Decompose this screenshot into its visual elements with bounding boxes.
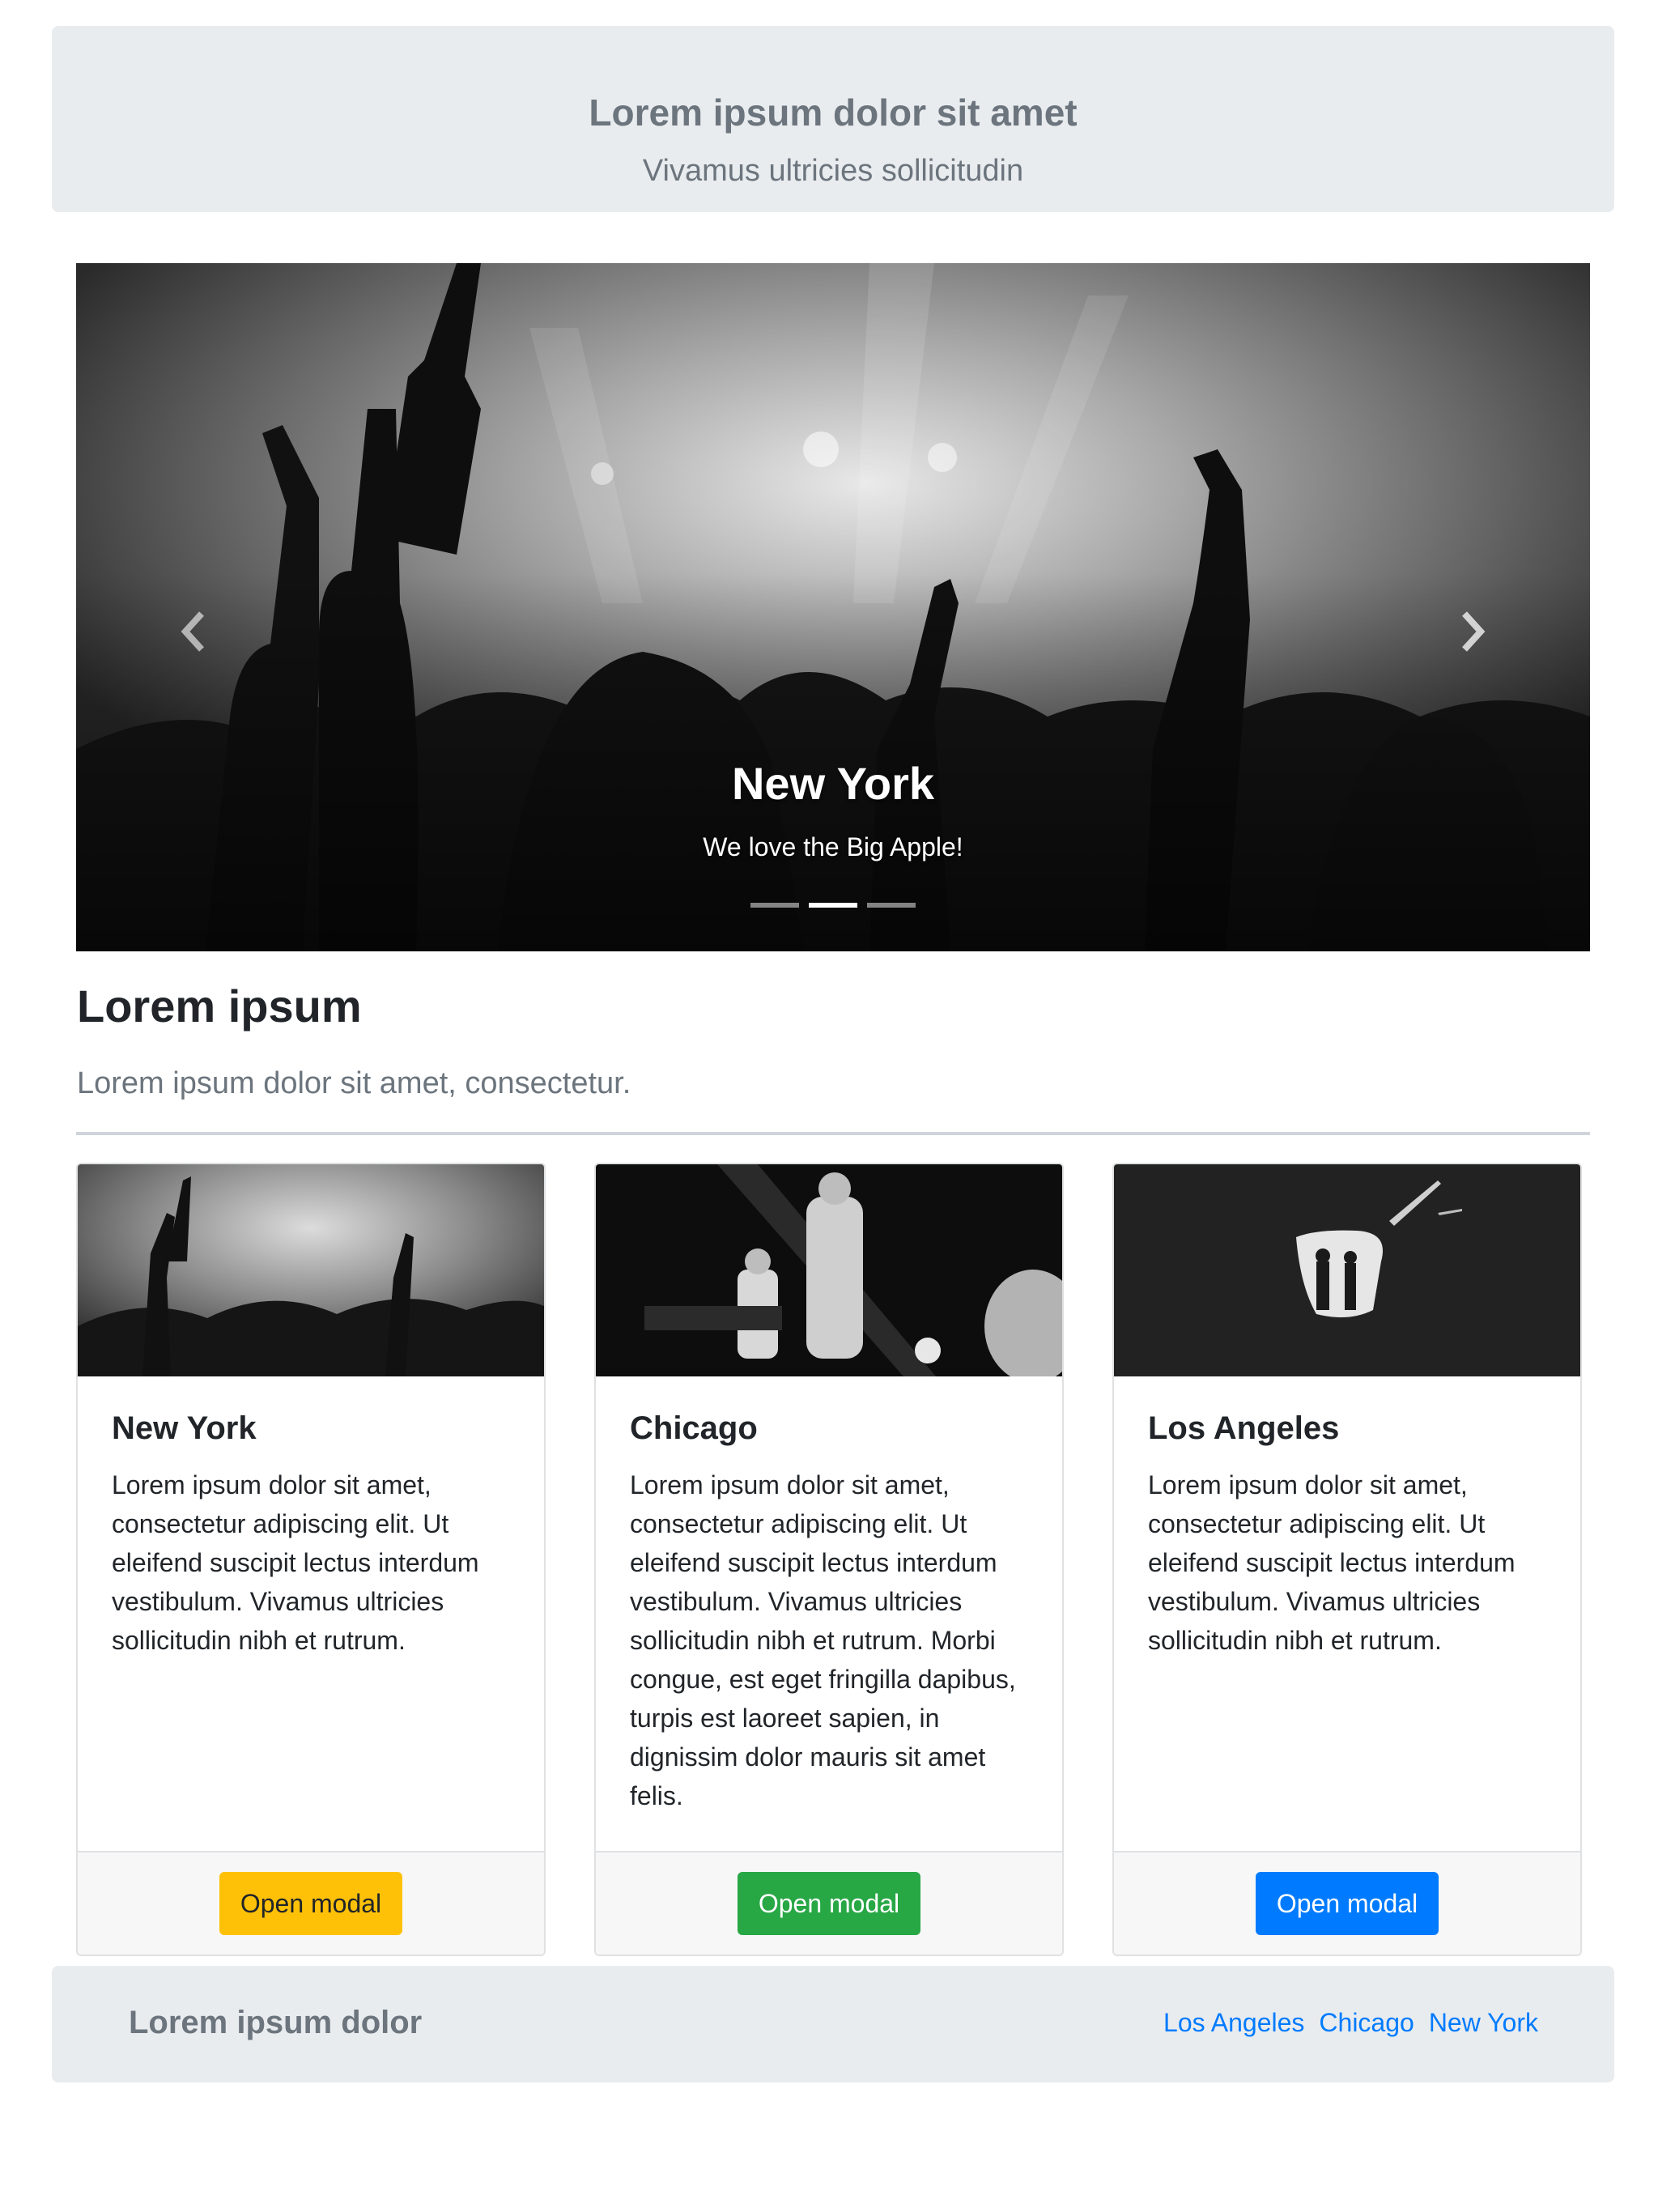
card-footer: Open modal <box>1114 1851 1580 1955</box>
card-image <box>596 1164 1062 1376</box>
footer-link-new-york[interactable]: New York <box>1429 2008 1538 2038</box>
footer-brand: Lorem ipsum dolor <box>129 2005 423 2040</box>
carousel-caption-text: We love the Big Apple! <box>703 832 963 861</box>
card-new-york: New York Lorem ipsum dolor sit amet, con… <box>76 1163 546 1956</box>
section-lead: Lorem ipsum dolor sit amet, consectetur. <box>77 1066 631 1100</box>
footer-link-chicago[interactable]: Chicago <box>1319 2008 1414 2038</box>
carousel-indicators <box>76 903 1590 908</box>
carousel-indicator-3[interactable] <box>867 903 916 908</box>
section-title: Lorem ipsum <box>77 981 362 1032</box>
carousel: New York We love the Big Apple! <box>76 263 1590 951</box>
page-header: Lorem ipsum dolor sit amet Vivamus ultri… <box>52 26 1614 212</box>
carousel-indicator-2[interactable] <box>809 903 857 908</box>
page-subtitle: Vivamus ultricies sollicitudin <box>642 154 1024 188</box>
footer-link-los-angeles[interactable]: Los Angeles <box>1163 2008 1304 2038</box>
card-text: Lorem ipsum dolor sit amet, consectetur … <box>112 1470 479 1655</box>
chevron-left-icon <box>181 611 204 652</box>
card-chicago: Chicago Lorem ipsum dolor sit amet, cons… <box>594 1163 1064 1956</box>
card-image <box>78 1164 544 1376</box>
card-text: Lorem ipsum dolor sit amet, consectetur … <box>1148 1470 1516 1655</box>
card-image <box>1114 1164 1580 1376</box>
carousel-caption: New York We love the Big Apple! <box>76 757 1590 862</box>
card-los-angeles: Los Angeles Lorem ipsum dolor sit amet, … <box>1112 1163 1582 1956</box>
card-footer: Open modal <box>78 1851 544 1955</box>
carousel-caption-title: New York <box>731 758 935 809</box>
card-title: Los Angeles <box>1148 1410 1340 1446</box>
carousel-indicator-1[interactable] <box>750 903 799 908</box>
footer-links: Los Angeles Chicago New York <box>1163 2008 1538 2038</box>
open-modal-button[interactable]: Open modal <box>219 1872 403 1935</box>
site-footer: Lorem ipsum dolor Los Angeles Chicago Ne… <box>52 1966 1614 2082</box>
carousel-next-button[interactable] <box>1436 583 1509 680</box>
open-modal-button[interactable]: Open modal <box>737 1872 921 1935</box>
open-modal-button[interactable]: Open modal <box>1255 1872 1439 1935</box>
card-footer: Open modal <box>596 1851 1062 1955</box>
chevron-right-icon <box>1462 611 1486 652</box>
card-title: Chicago <box>630 1410 758 1446</box>
page-title: Lorem ipsum dolor sit amet <box>589 91 1078 134</box>
card-text: Lorem ipsum dolor sit amet, consectetur … <box>630 1470 1016 1810</box>
card-title: New York <box>112 1410 257 1446</box>
section-divider <box>76 1132 1590 1135</box>
carousel-prev-button[interactable] <box>157 583 230 680</box>
